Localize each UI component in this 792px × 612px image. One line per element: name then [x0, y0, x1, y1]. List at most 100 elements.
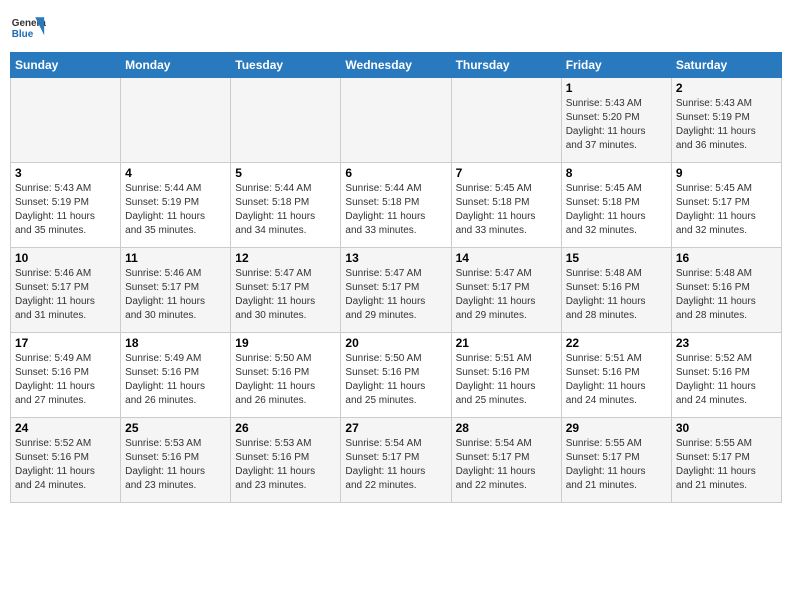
day-info: Sunrise: 5:55 AM Sunset: 5:17 PM Dayligh…	[566, 437, 667, 493]
calendar-week-row: 1 Sunrise: 5:43 AM Sunset: 5:20 PM Daylig…	[11, 78, 782, 163]
day-number: 26	[235, 421, 336, 435]
day-number: 10	[15, 251, 116, 265]
day-info: Sunrise: 5:53 AM Sunset: 5:16 PM Dayligh…	[125, 437, 226, 493]
day-number: 11	[125, 251, 226, 265]
day-info: Sunrise: 5:50 AM Sunset: 5:16 PM Dayligh…	[345, 352, 446, 408]
calendar-cell: 19Sunrise: 5:50 AM Sunset: 5:16 PM Dayli…	[231, 333, 341, 418]
day-number: 6	[345, 166, 446, 180]
day-number: 12	[235, 251, 336, 265]
calendar-cell	[451, 78, 561, 163]
calendar-cell: 16 Sunrise: 5:48 AM Sunset: 5:16 PM Dayli…	[671, 248, 781, 333]
calendar-cell: 25 Sunrise: 5:53 AM Sunset: 5:16 PM Dayli…	[121, 418, 231, 503]
day-info: Sunrise: 5:47 AM Sunset: 5:17 PM Dayligh…	[235, 267, 336, 323]
day-info: Sunrise: 5:48 AM Sunset: 5:16 PM Dayligh…	[676, 267, 777, 323]
calendar-cell: 11 Sunrise: 5:46 AM Sunset: 5:17 PM Dayli…	[121, 248, 231, 333]
day-info: Sunrise: 5:52 AM Sunset: 5:16 PM Dayligh…	[15, 437, 116, 493]
calendar-cell	[231, 78, 341, 163]
day-info: Sunrise: 5:49 AM Sunset: 5:16 PM Dayligh…	[15, 352, 116, 408]
day-info: Sunrise: 5:54 AM Sunset: 5:17 PM Dayligh…	[345, 437, 446, 493]
calendar-header-row: SundayMondayTuesdayWednesdayThursdayFrid…	[11, 53, 782, 78]
calendar-week-row: 3Sunrise: 5:43 AM Sunset: 5:19 PM Daylig…	[11, 163, 782, 248]
day-info: Sunrise: 5:52 AM Sunset: 5:16 PM Dayligh…	[676, 352, 777, 408]
calendar-cell: 26 Sunrise: 5:53 AM Sunset: 5:16 PM Dayli…	[231, 418, 341, 503]
calendar-cell: 6 Sunrise: 5:44 AM Sunset: 5:18 PM Daylig…	[341, 163, 451, 248]
day-info: Sunrise: 5:44 AM Sunset: 5:19 PM Dayligh…	[125, 182, 226, 238]
calendar-week-row: 17 Sunrise: 5:49 AM Sunset: 5:16 PM Dayli…	[11, 333, 782, 418]
calendar-cell: 14 Sunrise: 5:47 AM Sunset: 5:17 PM Dayli…	[451, 248, 561, 333]
calendar-cell: 8 Sunrise: 5:45 AM Sunset: 5:18 PM Daylig…	[561, 163, 671, 248]
day-number: 29	[566, 421, 667, 435]
calendar-cell: 18 Sunrise: 5:49 AM Sunset: 5:16 PM Dayli…	[121, 333, 231, 418]
day-number: 4	[125, 166, 226, 180]
day-number: 30	[676, 421, 777, 435]
day-info: Sunrise: 5:51 AM Sunset: 5:16 PM Dayligh…	[456, 352, 557, 408]
day-number: 15	[566, 251, 667, 265]
svg-text:Blue: Blue	[12, 29, 34, 40]
day-number: 18	[125, 336, 226, 350]
day-number: 22	[566, 336, 667, 350]
day-number: 2	[676, 81, 777, 95]
day-info: Sunrise: 5:43 AM Sunset: 5:20 PM Dayligh…	[566, 97, 667, 153]
page-header: General Blue	[10, 10, 782, 46]
day-info: Sunrise: 5:46 AM Sunset: 5:17 PM Dayligh…	[125, 267, 226, 323]
calendar-cell: 13Sunrise: 5:47 AM Sunset: 5:17 PM Dayli…	[341, 248, 451, 333]
day-header-sunday: Sunday	[11, 53, 121, 78]
day-info: Sunrise: 5:48 AM Sunset: 5:16 PM Dayligh…	[566, 267, 667, 323]
day-number: 21	[456, 336, 557, 350]
calendar-cell: 4 Sunrise: 5:44 AM Sunset: 5:19 PM Daylig…	[121, 163, 231, 248]
day-info: Sunrise: 5:44 AM Sunset: 5:18 PM Dayligh…	[345, 182, 446, 238]
calendar-cell: 9 Sunrise: 5:45 AM Sunset: 5:17 PM Daylig…	[671, 163, 781, 248]
day-number: 28	[456, 421, 557, 435]
day-info: Sunrise: 5:46 AM Sunset: 5:17 PM Dayligh…	[15, 267, 116, 323]
calendar-cell	[341, 78, 451, 163]
calendar-cell: 17 Sunrise: 5:49 AM Sunset: 5:16 PM Dayli…	[11, 333, 121, 418]
day-header-monday: Monday	[121, 53, 231, 78]
day-number: 16	[676, 251, 777, 265]
day-info: Sunrise: 5:43 AM Sunset: 5:19 PM Dayligh…	[15, 182, 116, 238]
calendar-cell: 7Sunrise: 5:45 AM Sunset: 5:18 PM Daylig…	[451, 163, 561, 248]
day-number: 5	[235, 166, 336, 180]
day-info: Sunrise: 5:43 AM Sunset: 5:19 PM Dayligh…	[676, 97, 777, 153]
day-info: Sunrise: 5:53 AM Sunset: 5:16 PM Dayligh…	[235, 437, 336, 493]
day-header-friday: Friday	[561, 53, 671, 78]
day-header-wednesday: Wednesday	[341, 53, 451, 78]
calendar-cell: 12 Sunrise: 5:47 AM Sunset: 5:17 PM Dayli…	[231, 248, 341, 333]
day-header-thursday: Thursday	[451, 53, 561, 78]
day-info: Sunrise: 5:51 AM Sunset: 5:16 PM Dayligh…	[566, 352, 667, 408]
day-header-saturday: Saturday	[671, 53, 781, 78]
calendar-cell	[11, 78, 121, 163]
calendar-cell: 20 Sunrise: 5:50 AM Sunset: 5:16 PM Dayli…	[341, 333, 451, 418]
calendar-cell: 28Sunrise: 5:54 AM Sunset: 5:17 PM Dayli…	[451, 418, 561, 503]
day-info: Sunrise: 5:45 AM Sunset: 5:18 PM Dayligh…	[566, 182, 667, 238]
calendar-cell: 15 Sunrise: 5:48 AM Sunset: 5:16 PM Dayli…	[561, 248, 671, 333]
logo-icon: General Blue	[10, 10, 46, 46]
day-number: 25	[125, 421, 226, 435]
calendar-cell: 5Sunrise: 5:44 AM Sunset: 5:18 PM Daylig…	[231, 163, 341, 248]
day-number: 13	[345, 251, 446, 265]
day-number: 14	[456, 251, 557, 265]
day-number: 19	[235, 336, 336, 350]
calendar-cell: 22 Sunrise: 5:51 AM Sunset: 5:16 PM Dayli…	[561, 333, 671, 418]
calendar-cell: 27 Sunrise: 5:54 AM Sunset: 5:17 PM Dayli…	[341, 418, 451, 503]
day-info: Sunrise: 5:45 AM Sunset: 5:17 PM Dayligh…	[676, 182, 777, 238]
calendar-cell: 3Sunrise: 5:43 AM Sunset: 5:19 PM Daylig…	[11, 163, 121, 248]
day-number: 1	[566, 81, 667, 95]
calendar-week-row: 24Sunrise: 5:52 AM Sunset: 5:16 PM Dayli…	[11, 418, 782, 503]
calendar-week-row: 10 Sunrise: 5:46 AM Sunset: 5:17 PM Dayli…	[11, 248, 782, 333]
day-info: Sunrise: 5:47 AM Sunset: 5:17 PM Dayligh…	[456, 267, 557, 323]
calendar-cell	[121, 78, 231, 163]
day-info: Sunrise: 5:49 AM Sunset: 5:16 PM Dayligh…	[125, 352, 226, 408]
calendar-cell: 1 Sunrise: 5:43 AM Sunset: 5:20 PM Daylig…	[561, 78, 671, 163]
day-number: 27	[345, 421, 446, 435]
day-info: Sunrise: 5:45 AM Sunset: 5:18 PM Dayligh…	[456, 182, 557, 238]
day-number: 20	[345, 336, 446, 350]
logo: General Blue	[10, 10, 46, 46]
day-number: 23	[676, 336, 777, 350]
calendar-cell: 23 Sunrise: 5:52 AM Sunset: 5:16 PM Dayli…	[671, 333, 781, 418]
day-number: 8	[566, 166, 667, 180]
day-number: 17	[15, 336, 116, 350]
calendar-table: SundayMondayTuesdayWednesdayThursdayFrid…	[10, 52, 782, 503]
day-number: 9	[676, 166, 777, 180]
calendar-cell: 21 Sunrise: 5:51 AM Sunset: 5:16 PM Dayli…	[451, 333, 561, 418]
calendar-cell: 29 Sunrise: 5:55 AM Sunset: 5:17 PM Dayli…	[561, 418, 671, 503]
